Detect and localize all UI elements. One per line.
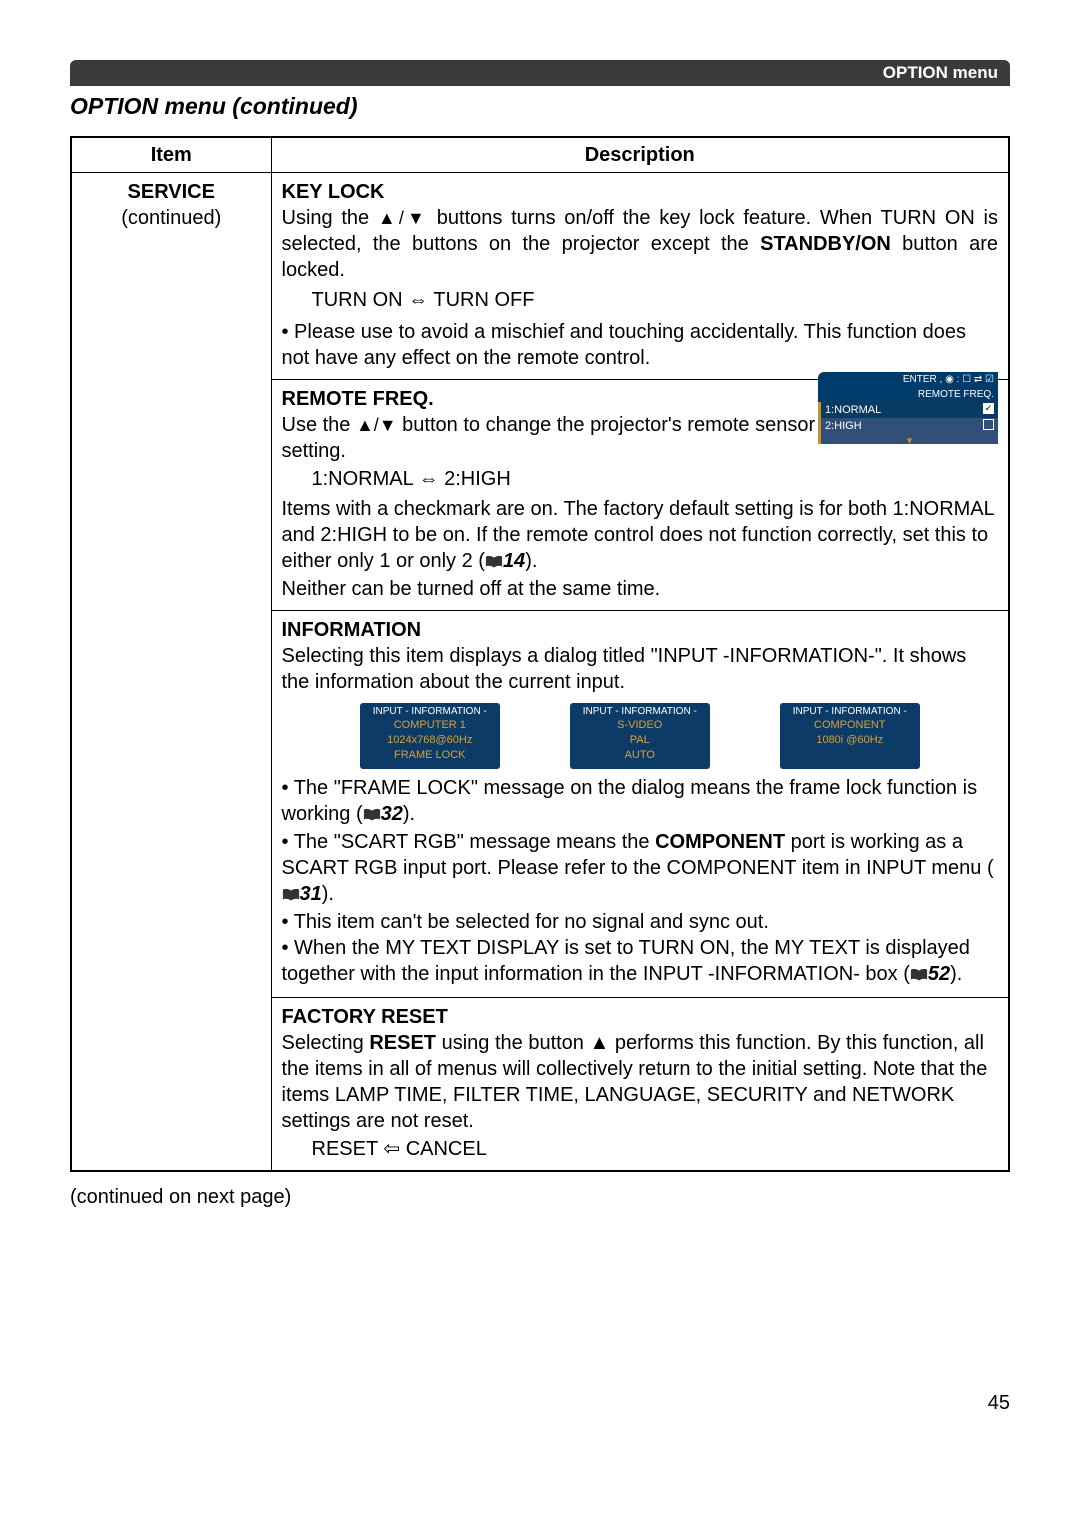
keylock-bullet: • Please use to avoid a mischief and tou…: [282, 319, 999, 371]
fr-toggle: RESET ⇦ CANCEL: [282, 1136, 999, 1162]
item-label-continued: (continued): [121, 207, 221, 229]
rf-p1: Use the ▲/▼ button to change the project…: [282, 412, 819, 464]
info-p1: Selecting this item displays a dialog ti…: [282, 643, 999, 695]
info-cell: INFORMATION Selecting this item displays…: [271, 610, 1009, 997]
checkbox-empty-icon: [983, 419, 994, 430]
info-box: INPUT - INFORMATION - S-VIDEO PAL AUTO: [570, 703, 710, 769]
info-b2: • The "SCART RGB" message means the COMP…: [282, 829, 999, 909]
item-cell: SERVICE (continued): [71, 172, 271, 1170]
rf-toggle: 1:NORMAL ⇔ 2:HIGH: [282, 466, 819, 492]
continued-note: (continued on next page): [70, 1184, 1010, 1210]
option-table: Item Description SERVICE (continued) KEY…: [70, 136, 1010, 1172]
remotefreq-cell: REMOTE FREQ. Use the ▲/▼ button to chang…: [271, 379, 1009, 610]
info-b1: • The "FRAME LOCK" message on the dialog…: [282, 775, 999, 829]
updown-icon: ▲/▼: [356, 415, 397, 435]
page-number: 45: [70, 1390, 1010, 1416]
col-desc: Description: [271, 137, 1009, 173]
osd-opt2: 2:HIGH: [818, 418, 998, 434]
page-title: OPTION menu (continued): [70, 92, 1010, 122]
info-title: INFORMATION: [282, 617, 999, 643]
info-boxes: INPUT - INFORMATION - COMPUTER 1 1024x76…: [282, 703, 999, 769]
manual-ref-icon: [363, 803, 381, 829]
checkbox-checked-icon: ✓: [983, 403, 994, 414]
keylock-toggle: TURN ON ⇔ TURN OFF: [282, 287, 999, 313]
item-label-service: SERVICE: [78, 179, 265, 205]
keylock-cell: KEY LOCK Using the ▲/▼ buttons turns on/…: [271, 172, 1009, 379]
keylock-title: KEY LOCK: [282, 179, 999, 205]
remote-freq-osd: ENTER , ◉ : ☐ ⇄ ☑ REMOTE FREQ. 1:NORMAL✓…: [818, 372, 998, 496]
osd-bottom: ▾: [818, 434, 998, 444]
updown-icon: ▲/▼: [378, 208, 428, 228]
osd-sub: REMOTE FREQ.: [818, 387, 998, 402]
col-item: Item: [71, 137, 271, 173]
manual-ref-icon: [485, 550, 503, 576]
keylock-p1: Using the ▲/▼ buttons turns on/off the k…: [282, 205, 999, 283]
info-box: INPUT - INFORMATION - COMPUTER 1 1024x76…: [360, 703, 500, 769]
info-b4: • When the MY TEXT DISPLAY is set to TUR…: [282, 935, 999, 989]
left-arrow-icon: ⇦: [383, 1138, 400, 1160]
header-bar: OPTION menu: [70, 60, 1010, 86]
factory-reset-cell: FACTORY RESET Selecting RESET using the …: [271, 997, 1009, 1171]
manual-ref-icon: [282, 883, 300, 909]
osd-opt1: 1:NORMAL✓: [818, 402, 998, 418]
lr-arrow-icon: ⇔: [408, 289, 428, 311]
fr-p1: Selecting RESET using the button ▲ perfo…: [282, 1030, 999, 1134]
fr-title: FACTORY RESET: [282, 1004, 999, 1030]
info-box: INPUT - INFORMATION - COMPONENT 1080i @6…: [780, 703, 920, 769]
rf-p2: Items with a checkmark are on. The facto…: [282, 496, 999, 576]
osd-hint: ENTER , ◉ : ☐ ⇄ ☑: [818, 372, 998, 387]
lr-arrow-icon: ⇔: [419, 468, 439, 490]
breadcrumb: OPTION menu: [883, 63, 998, 82]
rf-p3: Neither can be turned off at the same ti…: [282, 576, 999, 602]
manual-ref-icon: [910, 963, 928, 989]
info-b3: • This item can't be selected for no sig…: [282, 909, 999, 935]
